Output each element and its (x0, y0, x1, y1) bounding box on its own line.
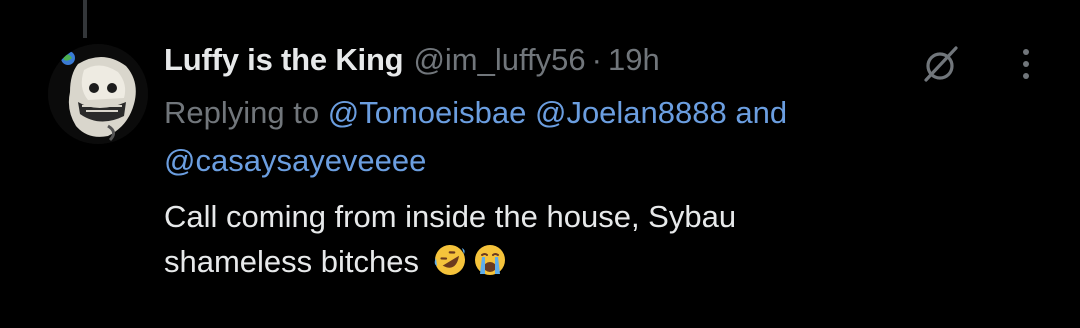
tweet-text-line: Call coming from inside the house, Sybau (164, 199, 737, 234)
tweet-text-line: shameless bitches (164, 244, 420, 279)
mention-link[interactable]: @Joelan8888 (535, 95, 727, 130)
mention-link[interactable]: @Tomoeisbae (328, 95, 527, 130)
tweet-header: Luffy is the King @im_luffy56 · 19h (164, 36, 1004, 84)
replying-to-line: Replying to @Tomoeisbae @Joelan8888 and … (164, 89, 1004, 185)
mention-link[interactable]: @casaysayeveeee (164, 143, 426, 178)
user-handle[interactable]: @im_luffy56 (413, 42, 585, 78)
avatar[interactable] (48, 44, 148, 144)
mention-joiner[interactable]: and (735, 95, 787, 130)
grok-slash-icon[interactable] (918, 40, 966, 88)
tweet-text: Call coming from inside the house, Sybau… (164, 194, 1004, 290)
more-vertical-icon[interactable] (1010, 40, 1042, 88)
separator-dot: · (591, 42, 602, 77)
tweet-content: Luffy is the King @im_luffy56 · 19h Repl… (164, 36, 1004, 290)
display-name[interactable]: Luffy is the King (164, 42, 404, 78)
replying-to-label: Replying to (164, 95, 320, 130)
loudly-crying-emoji (472, 242, 508, 290)
timestamp[interactable]: 19h (608, 42, 660, 78)
rolling-on-floor-laughing-emoji (432, 242, 468, 290)
thread-connector-line (83, 0, 87, 38)
